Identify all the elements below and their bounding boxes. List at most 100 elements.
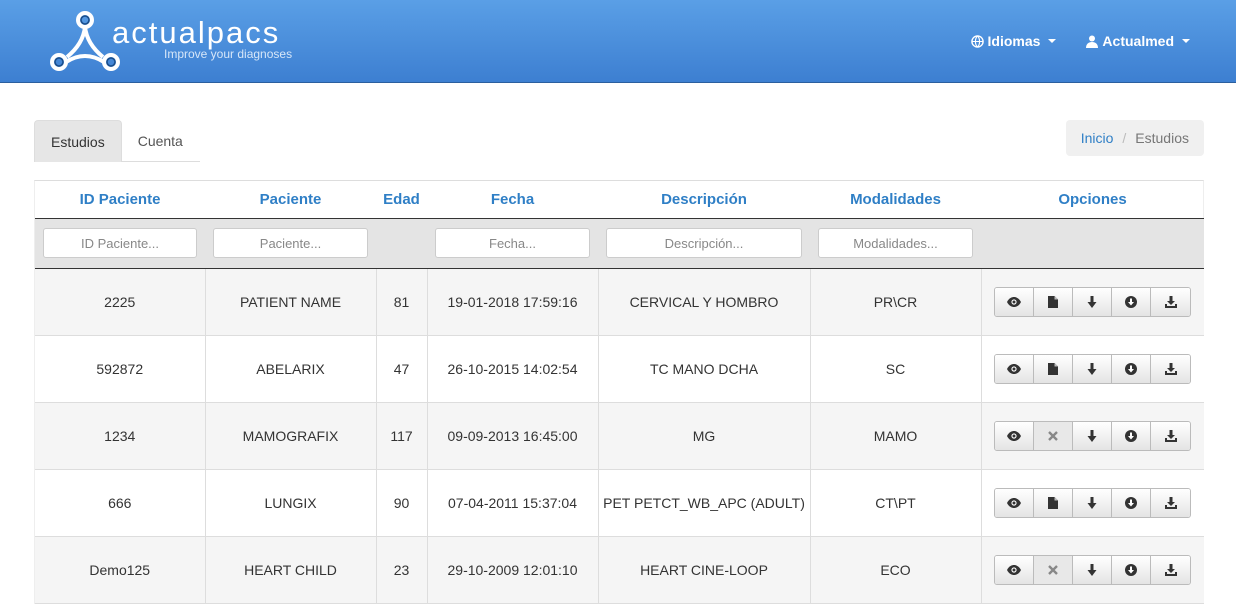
cell-age: 23 [376, 536, 428, 604]
filter-cell [810, 218, 981, 269]
breadcrumb: Inicio / Estudios [1065, 120, 1204, 156]
download-button[interactable] [1073, 287, 1113, 316]
column-header-description[interactable]: Descripción [598, 181, 810, 219]
arrow-down-icon [1087, 362, 1097, 375]
table-row[interactable]: 1234 MAMOGRAFIX 117 09-09-2013 16:45:00 … [35, 402, 1204, 470]
filter-cell-empty [376, 218, 427, 269]
file-icon [1048, 295, 1059, 308]
filter-cell [598, 218, 810, 269]
download-circle-button[interactable] [1112, 555, 1152, 584]
report-button [1034, 555, 1074, 584]
eye-icon [1007, 363, 1022, 374]
filter-cell [35, 218, 205, 269]
cell-modalities: MAMO [810, 402, 982, 470]
cell-patient-name: MAMOGRAFIX [205, 402, 377, 470]
view-button[interactable] [995, 421, 1035, 450]
column-header-date[interactable]: Fecha [427, 181, 598, 219]
cell-age: 90 [376, 469, 428, 537]
view-button[interactable] [995, 287, 1035, 316]
table-row[interactable]: 666 LUNGIX 90 07-04-2011 15:37:04 PET PE… [35, 469, 1204, 537]
column-header-patient[interactable]: Paciente [205, 181, 376, 219]
chevron-down-icon [1182, 39, 1190, 43]
language-menu[interactable]: Idiomas [970, 30, 1057, 52]
app-logo[interactable]: actualpacs Improve your diagnoses [50, 10, 310, 72]
download-circle-button[interactable] [1112, 421, 1152, 450]
download-tray-icon [1164, 295, 1177, 308]
cell-date: 07-04-2011 15:37:04 [427, 469, 599, 537]
arrow-down-icon [1087, 295, 1097, 308]
circle-arrow-down-icon [1125, 496, 1138, 509]
filter-id-input[interactable] [43, 228, 197, 258]
table-row[interactable]: Demo125 HEART CHILD 23 29-10-2009 12:01:… [35, 536, 1204, 604]
cell-patient-id: 666 [35, 469, 206, 537]
download-circle-button[interactable] [1112, 488, 1152, 517]
cell-date: 19-01-2018 17:59:16 [427, 268, 599, 336]
filter-description-input[interactable] [606, 228, 802, 258]
download-button[interactable] [1073, 555, 1113, 584]
user-menu[interactable]: Actualmed [1086, 30, 1190, 52]
cell-age: 81 [376, 268, 428, 336]
globe-icon [970, 34, 984, 48]
view-button[interactable] [995, 354, 1035, 383]
circle-arrow-down-icon [1125, 563, 1138, 576]
tab-estudios[interactable]: Estudios [34, 120, 122, 162]
filter-modalities-input[interactable] [818, 228, 973, 258]
cell-options [981, 268, 1204, 336]
tab-cuenta[interactable]: Cuenta [122, 120, 199, 162]
cell-description: CERVICAL Y HOMBRO [598, 268, 811, 336]
download-button[interactable] [1073, 354, 1113, 383]
download-tray-icon [1164, 496, 1177, 509]
filter-cell [205, 218, 376, 269]
download-tray-icon [1164, 563, 1177, 576]
export-button[interactable] [1151, 421, 1191, 450]
cell-options [981, 402, 1204, 470]
table-row[interactable]: 2225 PATIENT NAME 81 19-01-2018 17:59:16… [35, 268, 1204, 336]
view-button[interactable] [995, 488, 1035, 517]
download-button[interactable] [1073, 488, 1113, 517]
cell-options [981, 536, 1204, 604]
logo-name: actualpacs [112, 15, 281, 50]
column-header-options: Opciones [981, 181, 1204, 219]
file-icon [1048, 496, 1059, 509]
cell-date: 29-10-2009 12:01:10 [427, 536, 599, 604]
filter-date-input[interactable] [435, 228, 590, 258]
cell-modalities: CT\PT [810, 469, 982, 537]
cell-description: PET PETCT_WB_APC (ADULT) [598, 469, 811, 537]
report-button[interactable] [1034, 354, 1074, 383]
eye-icon [1007, 497, 1022, 508]
download-button[interactable] [1073, 421, 1113, 450]
cell-patient-id: Demo125 [35, 536, 206, 604]
cell-modalities: SC [810, 335, 982, 403]
top-navbar: actualpacs Improve your diagnoses Idioma… [0, 0, 1236, 83]
cell-patient-name: HEART CHILD [205, 536, 377, 604]
export-button[interactable] [1151, 555, 1191, 584]
export-button[interactable] [1151, 287, 1191, 316]
filter-patient-input[interactable] [213, 228, 368, 258]
column-header-id[interactable]: ID Paciente [35, 181, 205, 219]
filter-cell-empty [981, 218, 1204, 269]
download-circle-button[interactable] [1112, 287, 1152, 316]
row-actions [994, 420, 1192, 451]
file-icon [1048, 362, 1059, 375]
logo-mark-icon [50, 11, 120, 71]
cell-modalities: ECO [810, 536, 982, 604]
arrow-down-icon [1087, 429, 1097, 442]
column-header-age[interactable]: Edad [376, 181, 427, 219]
column-header-modalities[interactable]: Modalidades [810, 181, 981, 219]
report-button[interactable] [1034, 287, 1074, 316]
export-button[interactable] [1151, 354, 1191, 383]
cell-age: 117 [376, 402, 428, 470]
cell-date: 26-10-2015 14:02:54 [427, 335, 599, 403]
breadcrumb-home-link[interactable]: Inicio [1081, 130, 1114, 146]
row-actions [994, 286, 1192, 317]
arrow-down-icon [1087, 496, 1097, 509]
view-button[interactable] [995, 555, 1035, 584]
cell-patient-id: 1234 [35, 402, 206, 470]
cell-options [981, 469, 1204, 537]
report-button[interactable] [1034, 488, 1074, 517]
export-button[interactable] [1151, 488, 1191, 517]
language-menu-label: Idiomas [987, 33, 1041, 49]
download-circle-button[interactable] [1112, 354, 1152, 383]
user-menu-label: Actualmed [1102, 33, 1174, 49]
table-row[interactable]: 592872 ABELARIX 47 26-10-2015 14:02:54 T… [35, 335, 1204, 403]
